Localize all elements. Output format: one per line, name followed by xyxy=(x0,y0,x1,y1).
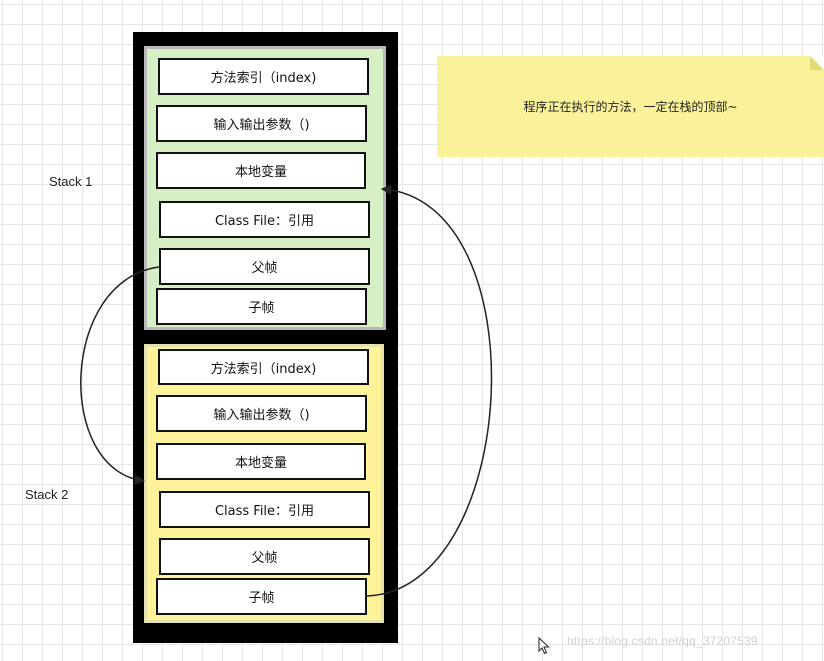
frame-1-local-vars: 本地变量 xyxy=(156,152,366,189)
frame-1-class-file-ref: Class File：引用 xyxy=(159,201,370,238)
sticky-note-text: 程序正在执行的方法，一定在栈的顶部~ xyxy=(523,100,738,114)
frame-2-class-file-ref: Class File：引用 xyxy=(159,491,370,528)
note-fold-corner xyxy=(810,56,824,70)
frame-2-local-vars: 本地变量 xyxy=(156,443,366,480)
stack-1-label: Stack 1 xyxy=(49,174,93,189)
frame-1-io-params: 输入输出参数（) xyxy=(156,105,367,142)
watermark: https://blog.csdn.net/qq_37207539 xyxy=(567,634,758,648)
frame-1-child-frame: 子帧 xyxy=(156,288,367,325)
frame-2-method-index: 方法索引（index) xyxy=(158,349,369,385)
sticky-note: 程序正在执行的方法，一定在栈的顶部~ xyxy=(437,56,824,157)
mouse-pointer-icon xyxy=(538,637,550,655)
frame-1-parent-frame: 父帧 xyxy=(159,248,370,285)
frame-2-parent-frame: 父帧 xyxy=(159,538,370,575)
stack-2-label: Stack 2 xyxy=(25,487,69,502)
frame-2-child-frame: 子帧 xyxy=(156,578,367,615)
frame-1-method-index: 方法索引（index) xyxy=(158,58,369,95)
frame-2-io-params: 输入输出参数（) xyxy=(156,395,367,432)
diagram-canvas: Stack 1 Stack 2 方法索引（index) 输入输出参数（) 本地变… xyxy=(0,0,824,661)
